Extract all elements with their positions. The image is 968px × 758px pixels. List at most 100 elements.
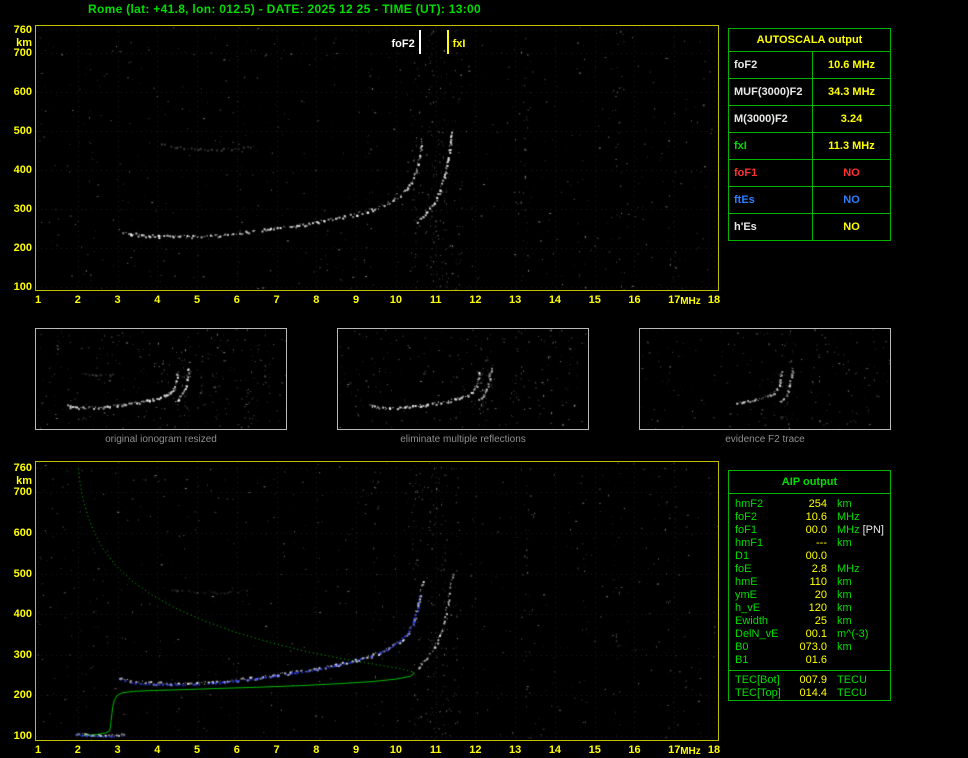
- autoscala-row-fof1: foF1NO: [729, 160, 890, 187]
- thumbnail-original-canvas: [36, 329, 286, 429]
- aip-param-unit: km: [837, 641, 852, 654]
- x-tick-label: 6: [227, 744, 247, 756]
- aip-param-value: 00.0: [791, 550, 827, 563]
- x-tick-label: 10: [386, 294, 406, 306]
- aip-param-value: 01.6: [791, 654, 827, 667]
- thumbnail-caption-f2: evidence F2 trace: [639, 434, 891, 445]
- aip-param-label: ymE: [735, 589, 791, 602]
- x-tick-label: 3: [108, 744, 128, 756]
- autoscala-param-label: MUF(3000)F2: [729, 79, 813, 105]
- x-tick-label: 9: [346, 744, 366, 756]
- autoscala-param-label: ftEs: [729, 187, 813, 213]
- x-tick-label: 3: [108, 294, 128, 306]
- aip-table-rows: hmF2254kmfoF210.6MHzfoF100.0MHz[PN]hmF1-…: [729, 494, 890, 667]
- aip-row-deln-ve: DelN_vE00.1m^(-3): [735, 628, 886, 641]
- thumbnail-multiple-reflections-removed: [337, 328, 589, 430]
- aip-tec-label: TEC[Top]: [735, 687, 791, 700]
- x-tick-label: 16: [624, 294, 644, 306]
- y-tick-label: 500: [4, 568, 32, 580]
- aip-param-label: foE: [735, 563, 791, 576]
- aip-param-unit: km: [837, 576, 852, 589]
- x-tick-label: 18: [704, 294, 724, 306]
- aip-tec-row-tec-top-: TEC[Top]014.4 TECU: [735, 687, 886, 700]
- aip-param-value: ---: [791, 537, 827, 550]
- x-tick-label: 8: [306, 744, 326, 756]
- aip-row-fof2: foF210.6 MHz: [735, 511, 886, 524]
- aip-param-value: 254: [791, 498, 827, 511]
- aip-param-unit: MHz: [837, 524, 860, 537]
- autoscala-table-rows: foF210.6 MHzMUF(3000)F234.3 MHzM(3000)F2…: [729, 52, 890, 240]
- x-tick-label: 5: [187, 744, 207, 756]
- x-tick-label: 6: [227, 294, 247, 306]
- aip-param-label: hmE: [735, 576, 791, 589]
- autoscala-row-fof2: foF210.6 MHz: [729, 52, 890, 79]
- x-tick-label: 5: [187, 294, 207, 306]
- autoscala-param-value: NO: [813, 214, 890, 240]
- thumbnail-original-ionogram: [35, 328, 287, 430]
- y-tick-label: 700: [4, 486, 32, 498]
- thumbnail-f2-trace-evidence: [639, 328, 891, 430]
- y-tick-label: 100: [4, 281, 32, 293]
- aip-row-hmf2: hmF2254km: [735, 498, 886, 511]
- aip-param-unit: km: [837, 537, 852, 550]
- autoscala-row-ftes: ftEsNO: [729, 187, 890, 214]
- aip-param-label: B0: [735, 641, 791, 654]
- aip-tec-rows: TEC[Bot]007.9TECUTEC[Top]014.4 TECU: [729, 671, 890, 703]
- thumbnail-clean-canvas: [338, 329, 588, 429]
- aip-row-fof1: foF100.0MHz[PN]: [735, 524, 886, 537]
- x-tick-label: 17: [664, 294, 684, 306]
- autoscala-param-value: 3.24: [813, 106, 890, 132]
- thumbnail-f2-canvas: [640, 329, 890, 429]
- x-tick-label: 15: [585, 294, 605, 306]
- x-tick-label: 14: [545, 294, 565, 306]
- x-tick-label: 16: [624, 744, 644, 756]
- x-tick-label: 13: [505, 294, 525, 306]
- bottom-ionogram-canvas: [36, 462, 718, 740]
- x-tick-label: 2: [68, 294, 88, 306]
- aip-row-h-ve: h_vE120km: [735, 602, 886, 615]
- aip-row-yme: ymE20km: [735, 589, 886, 602]
- aip-row-hmf1: hmF1---km: [735, 537, 886, 550]
- aip-param-value: 25: [791, 615, 827, 628]
- aip-param-value: 10.6: [791, 511, 827, 524]
- aip-param-unit: km: [837, 615, 852, 628]
- autoscala-window: Rome (lat: +41.8, lon: 012.5) - DATE: 20…: [0, 0, 968, 755]
- x-axis-unit-label: MHz: [680, 296, 701, 308]
- autoscala-table-title: AUTOSCALA output: [729, 29, 890, 52]
- y-tick-label: 400: [4, 608, 32, 620]
- aip-output-table: AIP output hmF2254kmfoF210.6MHzfoF100.0M…: [728, 470, 891, 701]
- aip-param-unit: km: [837, 589, 852, 602]
- y-tick-label: 760: [4, 24, 32, 36]
- x-tick-label: 12: [465, 294, 485, 306]
- aip-tec-unit: TECU: [837, 687, 867, 700]
- aip-param-label: foF2: [735, 511, 791, 524]
- y-axis-unit-label: km: [4, 37, 32, 49]
- x-tick-label: 8: [306, 294, 326, 306]
- y-tick-label: 100: [4, 730, 32, 742]
- aip-row-foe: foE2.8MHz: [735, 563, 886, 576]
- aip-param-value: 2.8: [791, 563, 827, 576]
- x-tick-label: 10: [386, 744, 406, 756]
- aip-param-value: 110: [791, 576, 827, 589]
- x-axis-unit-label: MHz: [680, 746, 701, 758]
- y-tick-label: 700: [4, 47, 32, 59]
- autoscala-output-table: AUTOSCALA output foF210.6 MHzMUF(3000)F2…: [728, 28, 891, 241]
- x-tick-label: 7: [267, 744, 287, 756]
- y-tick-label: 500: [4, 125, 32, 137]
- aip-tec-value: 014.4: [791, 687, 827, 700]
- aip-param-label: D1: [735, 550, 791, 563]
- aip-param-note: [PN]: [863, 524, 886, 537]
- aip-param-unit: MHz: [837, 511, 860, 524]
- aip-row-hme: hmE110 km: [735, 576, 886, 589]
- x-tick-label: 12: [465, 744, 485, 756]
- autoscala-param-label: foF1: [729, 160, 813, 186]
- aip-param-value: 00.0: [791, 524, 827, 537]
- aip-tec-row-tec-bot-: TEC[Bot]007.9TECU: [735, 674, 886, 687]
- y-tick-label: 200: [4, 242, 32, 254]
- aip-param-label: B1: [735, 654, 791, 667]
- aip-table-title: AIP output: [729, 471, 890, 494]
- x-tick-label: 18: [704, 744, 724, 756]
- x-tick-label: 15: [585, 744, 605, 756]
- autoscala-row-m3000f2: M(3000)F23.24: [729, 106, 890, 133]
- x-tick-label: 4: [147, 744, 167, 756]
